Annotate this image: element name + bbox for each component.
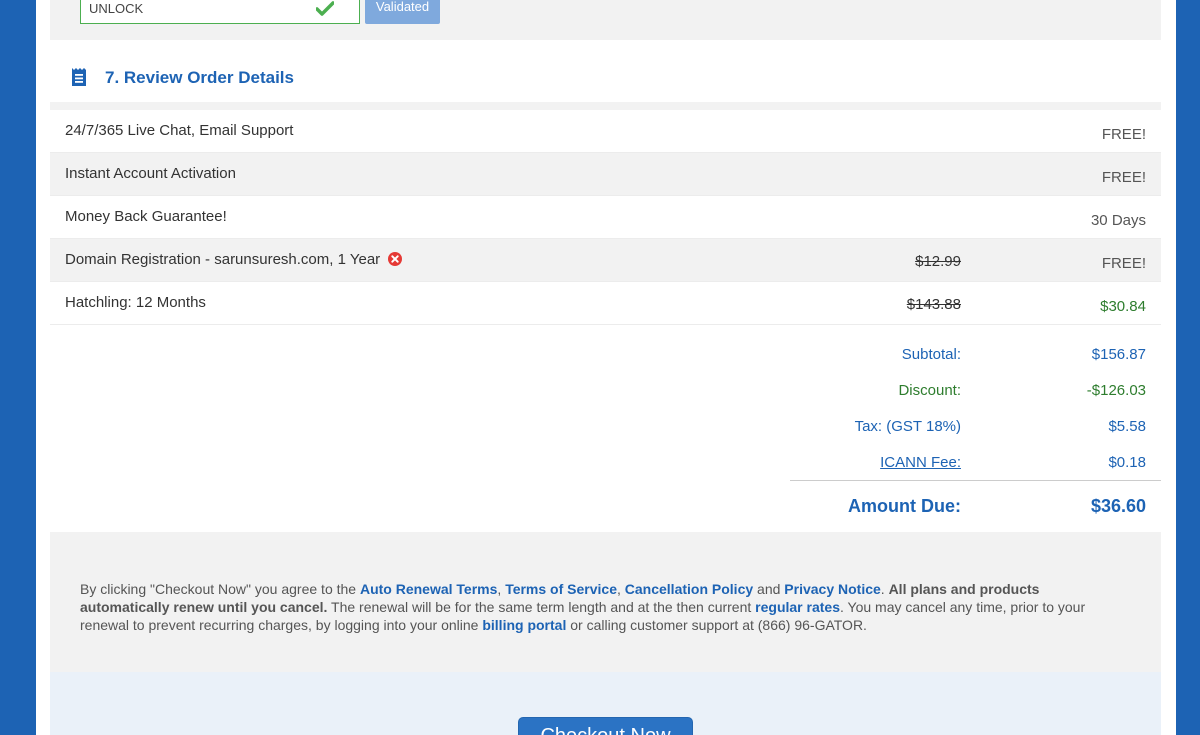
section-title: 7. Review Order Details [105,68,294,87]
terms-text: . [880,581,889,597]
order-items-list: 24/7/365 Live Chat, Email Support FREE! … [50,102,1161,325]
item-description: Hatchling: 12 Months [65,294,206,311]
item-description: Instant Account Activation [65,165,236,182]
order-totals: Subtotal: $156.87 Discount: -$126.03 Tax… [50,326,1161,532]
tax-row: Tax: (GST 18%) $5.58 [790,418,1161,454]
order-item-row: Instant Account Activation FREE! [50,153,1161,196]
item-original-price: $143.88 [906,296,961,313]
order-page: Validated 7. Review Order Details 24/7/3… [36,0,1176,735]
subtotal-row: Subtotal: $156.87 [790,346,1161,382]
terms-text: By clicking "Checkout Now" you agree to … [80,581,360,597]
item-price: FREE! [1101,255,1146,272]
discount-row: Discount: -$126.03 [790,382,1161,418]
order-item-row: Money Back Guarantee! 30 Days [50,196,1161,239]
icann-fee-link[interactable]: ICANN Fee: [880,454,961,471]
item-price: FREE! [1101,169,1146,186]
regular-rates-link[interactable]: regular rates [755,599,840,615]
tax-label: Tax: (GST 18%) [854,418,961,435]
icann-fee-value: $0.18 [1108,454,1146,471]
order-item-row: Hatchling: 12 Months $143.88 $30.84 [50,282,1161,325]
subtotal-value: $156.87 [1091,346,1146,363]
item-description-text: Domain Registration - sarunsuresh.com, 1… [65,251,381,268]
validated-button[interactable]: Validated [365,0,440,24]
terms-text: and [753,581,785,597]
receipt-icon [70,67,88,92]
remove-icon[interactable] [388,252,403,270]
item-description: 24/7/365 Live Chat, Email Support [65,122,294,139]
cancellation-policy-link[interactable]: Cancellation Policy [625,581,753,597]
promo-code-bar: Validated [50,0,1161,40]
order-item-row: Domain Registration - sarunsuresh.com, 1… [50,239,1161,282]
privacy-notice-link[interactable]: Privacy Notice [784,581,881,597]
discount-label: Discount: [898,382,961,399]
auto-renewal-terms-link[interactable]: Auto Renewal Terms [360,581,497,597]
item-description: Money Back Guarantee! [65,208,227,225]
discount-value: -$126.03 [1086,382,1146,399]
terms-text: or calling customer support at (866) 96-… [566,617,867,633]
terms-text: , [616,581,625,597]
terms-of-service-link[interactable]: Terms of Service [505,581,617,597]
subtotal-label: Subtotal: [901,346,961,363]
checkout-now-button[interactable]: Checkout Now [519,718,692,735]
item-price: FREE! [1101,126,1146,143]
order-item-row: 24/7/365 Live Chat, Email Support FREE! [50,110,1161,153]
review-order-header: 7. Review Order Details [50,50,1161,102]
item-price: 30 Days [1090,212,1146,229]
terms-notice: By clicking "Checkout Now" you agree to … [50,532,1161,672]
totals-divider [790,480,1161,481]
terms-text: The renewal will be for the same term le… [327,599,756,615]
item-price: $30.84 [1100,298,1146,315]
icann-fee-row: ICANN Fee: $0.18 [790,454,1161,490]
item-description: Domain Registration - sarunsuresh.com, 1… [65,251,403,270]
item-original-price: $12.99 [915,253,961,270]
amount-due-value: $36.60 [1090,496,1146,516]
amount-due-label: Amount Due: [848,496,961,516]
checkmark-icon [315,1,335,22]
billing-portal-link[interactable]: billing portal [482,617,566,633]
checkout-area: Checkout Now [50,672,1161,735]
amount-due-row: Amount Due: $36.60 [790,496,1161,532]
tax-value: $5.58 [1108,418,1146,435]
